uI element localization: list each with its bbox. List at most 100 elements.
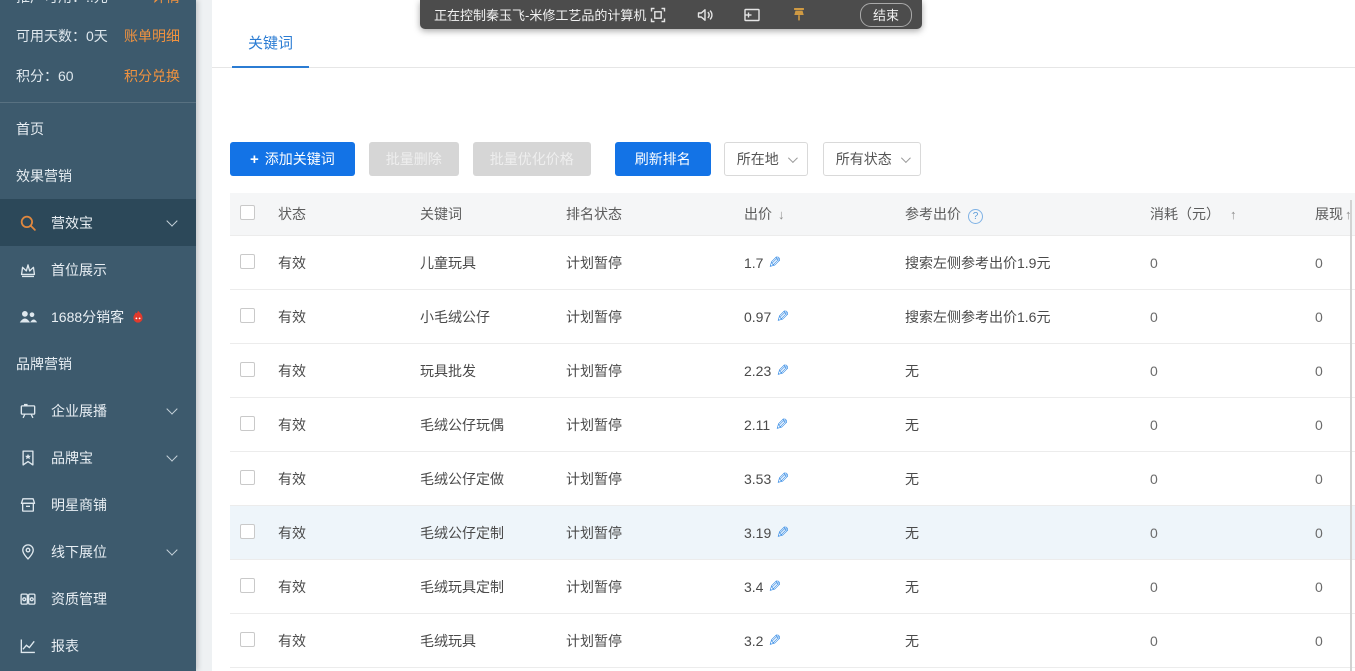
cell-status: 有效 (278, 631, 420, 651)
row-checkbox[interactable] (240, 254, 255, 269)
remote-control-bar: 正在控制秦玉飞-米修工艺品的计算机 结束 (420, 0, 922, 29)
balance-detail-link[interactable]: 详情 (152, 0, 180, 7)
cell-status: 有效 (278, 307, 420, 327)
edit-bid-icon[interactable]: ✎ (768, 631, 781, 651)
row-checkbox[interactable] (240, 470, 255, 485)
points-redeem-link[interactable]: 积分兑换 (124, 66, 180, 86)
refresh-ranking-button[interactable]: 刷新排名 (615, 142, 711, 176)
sort-asc-icon[interactable]: ↑ (1230, 207, 1237, 222)
batch-delete-button[interactable]: 批量删除 (369, 142, 459, 176)
cell-reference-bid: 搜索左侧参考出价1.9元 (905, 253, 1150, 273)
sidebar-item-1688-fenxiaoke[interactable]: 1688分销客 (0, 293, 196, 340)
sidebar-item-star-shop[interactable]: 明星商铺 (0, 481, 196, 528)
certificate-icon (18, 589, 38, 609)
table-row: 有效 毛绒公仔定做 计划暂停 3.53✎ 无 0 0 (230, 452, 1355, 506)
balance-label: 推广可用：..元 (16, 0, 108, 7)
add-keyword-button[interactable]: +添加关键词 (230, 142, 355, 176)
account-summary: 推广可用：..元 详情 可用天数：0天 账单明细 积分：60 积分兑换 (0, 0, 196, 103)
cell-cost: 0 (1150, 471, 1315, 487)
table-row: 有效 毛绒公仔玩偶 计划暂停 2.11✎ 无 0 0 (230, 398, 1355, 452)
main-panel: 关键词 +添加关键词 批量删除 批量优化价格 刷新排名 所在地 所有状态 状态 … (212, 0, 1355, 671)
tab-keywords[interactable]: 关键词 (232, 32, 309, 68)
edit-bid-icon[interactable]: ✎ (776, 361, 789, 381)
cell-impressions: 0 (1315, 363, 1355, 379)
header-keyword: 关键词 (420, 204, 566, 224)
table-row: 有效 儿童玩具 计划暂停 1.7✎ 搜索左侧参考出价1.9元 0 0 (230, 236, 1355, 290)
sort-desc-icon[interactable]: ↓ (778, 207, 785, 222)
location-pin-icon (18, 542, 38, 562)
sidebar-item-label: 1688分销客 (51, 307, 124, 327)
location-filter-label: 所在地 (737, 143, 779, 175)
cell-bid: 2.11✎ (744, 415, 905, 435)
toolbox-window-icon[interactable] (742, 5, 762, 25)
row-checkbox[interactable] (240, 362, 255, 377)
sidebar-item-home[interactable]: 首页 (0, 105, 196, 152)
cell-impressions: 0 (1315, 579, 1355, 595)
edit-bid-icon[interactable]: ✎ (768, 577, 781, 597)
sidebar-item-qualification[interactable]: 资质管理 (0, 575, 196, 622)
batch-optimize-price-button[interactable]: 批量优化价格 (473, 142, 591, 176)
cell-bid: 2.23✎ (744, 361, 905, 381)
help-icon[interactable]: ? (968, 209, 983, 224)
cell-impressions: 0 (1315, 255, 1355, 271)
sidebar-item-enterprise-display[interactable]: 企业展播 (0, 387, 196, 434)
header-bid: 出价↓ (744, 204, 905, 224)
cell-keyword: 毛绒公仔玩偶 (420, 415, 566, 435)
cell-impressions: 0 (1315, 471, 1355, 487)
sidebar-item-label: 线下展位 (51, 542, 107, 562)
fullscreen-icon[interactable] (648, 5, 668, 25)
cell-rank-status: 计划暂停 (566, 253, 744, 273)
sidebar-group-label: 品牌营销 (16, 354, 72, 374)
shop-icon (18, 495, 38, 515)
sidebar-group-effect-marketing: 效果营销 (0, 152, 196, 199)
cell-reference-bid: 无 (905, 523, 1150, 543)
row-checkbox[interactable] (240, 632, 255, 647)
billing-detail-link[interactable]: 账单明细 (124, 26, 180, 46)
cell-reference-bid: 搜索左侧参考出价1.6元 (905, 307, 1150, 327)
row-checkbox[interactable] (240, 416, 255, 431)
cell-rank-status: 计划暂停 (566, 523, 744, 543)
edit-bid-icon[interactable]: ✎ (775, 415, 788, 435)
header-reference-bid: 参考出价? (905, 204, 1150, 224)
cell-rank-status: 计划暂停 (566, 469, 744, 489)
edit-bid-icon[interactable]: ✎ (776, 523, 789, 543)
select-all-checkbox[interactable] (240, 205, 255, 220)
row-checkbox[interactable] (240, 524, 255, 539)
sidebar-item-brand-treasure[interactable]: 品牌宝 (0, 434, 196, 481)
sidebar-item-yingxiaobao[interactable]: 营效宝 (0, 199, 196, 246)
row-checkbox[interactable] (240, 578, 255, 593)
cell-status: 有效 (278, 469, 420, 489)
row-checkbox[interactable] (240, 308, 255, 323)
people-icon (18, 307, 38, 327)
cell-impressions: 0 (1315, 309, 1355, 325)
edit-bid-icon[interactable]: ✎ (776, 469, 789, 489)
app-root: 推广可用：..元 详情 可用天数：0天 账单明细 积分：60 积分兑换 首页 效… (0, 0, 1355, 671)
edit-bid-icon[interactable]: ✎ (768, 253, 781, 273)
table-row: 有效 毛绒玩具定制 计划暂停 3.4✎ 无 0 0 (230, 560, 1355, 614)
cell-reference-bid: 无 (905, 469, 1150, 489)
location-filter-dropdown[interactable]: 所在地 (724, 142, 808, 176)
sidebar-item-offline-booth[interactable]: 线下展位 (0, 528, 196, 575)
cell-impressions: 0 (1315, 525, 1355, 541)
cell-cost: 0 (1150, 309, 1315, 325)
sidebar-item-reports[interactable]: 报表 (0, 622, 196, 669)
days-available-label: 可用天数：0天 (16, 26, 108, 46)
sidebar-item-label: 首页 (16, 119, 44, 139)
sidebar-item-label: 企业展播 (51, 401, 107, 421)
cell-keyword: 毛绒公仔定制 (420, 523, 566, 543)
end-session-button[interactable]: 结束 (860, 3, 912, 27)
points-label: 积分：60 (16, 66, 74, 86)
search-icon (18, 213, 38, 233)
plus-icon: + (250, 151, 259, 168)
header-cost: 消耗（元）↑ (1150, 204, 1315, 224)
cell-status: 有效 (278, 361, 420, 381)
cell-reference-bid: 无 (905, 631, 1150, 651)
edit-bid-icon[interactable]: ✎ (776, 307, 789, 327)
pushpin-icon[interactable] (789, 5, 809, 25)
cell-reference-bid: 无 (905, 415, 1150, 435)
status-filter-dropdown[interactable]: 所有状态 (823, 142, 921, 176)
sidebar-item-top-display[interactable]: 首位展示 (0, 246, 196, 293)
vertical-scrollbar[interactable] (1350, 200, 1352, 671)
account-points-row: 积分：60 积分兑换 (0, 64, 196, 88)
speaker-icon[interactable] (695, 5, 715, 25)
